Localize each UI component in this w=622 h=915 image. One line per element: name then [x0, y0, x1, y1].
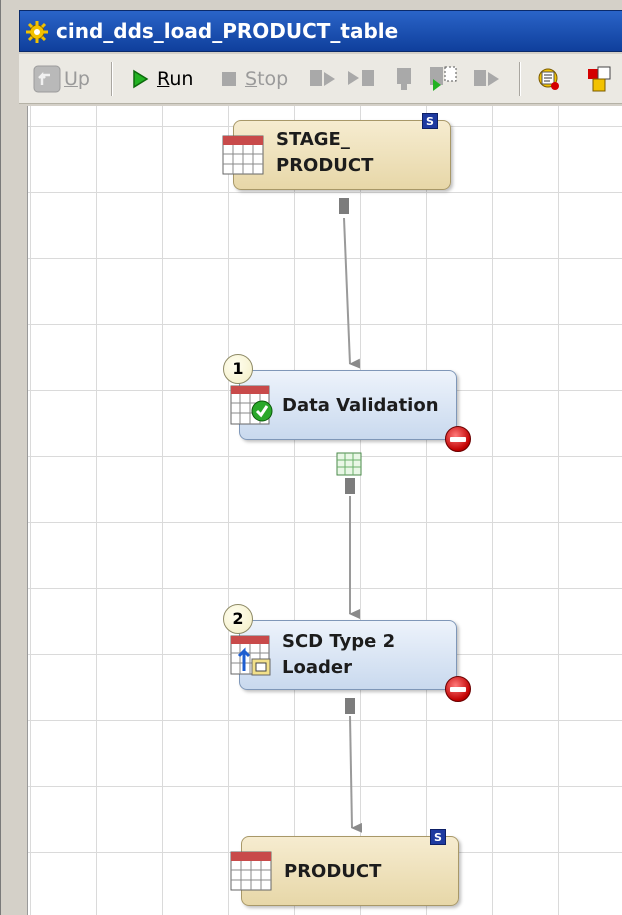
stop-button[interactable]: Stop: [219, 64, 288, 94]
error-status-icon[interactable]: [445, 426, 471, 452]
data-validation-node[interactable]: Data Validation: [230, 370, 457, 440]
sas-table-badge: S: [430, 829, 446, 845]
stage-product-table-node[interactable]: STAGE_ PRODUCT S: [222, 113, 451, 190]
stop-icon: [222, 72, 236, 86]
up-icon: [33, 65, 61, 93]
step-icon: [310, 70, 335, 86]
up-button[interactable]: Up: [33, 64, 90, 94]
toolbar-separator: [111, 62, 113, 96]
node-label-line1: SCD Type 2: [282, 631, 396, 652]
properties-icon: [538, 68, 559, 90]
output-port[interactable]: [339, 198, 349, 214]
run-to-icon: [430, 66, 457, 91]
continue-icon: [474, 70, 499, 86]
work-table-icon[interactable]: [336, 452, 362, 476]
toolbar-separator: [519, 62, 521, 96]
connection-loader-to-product: [349, 715, 363, 833]
execution-order-badge: 1: [223, 354, 253, 384]
table-icon: [230, 851, 272, 891]
stop-label: Stop: [245, 68, 289, 90]
run-from-icon: [348, 70, 374, 86]
run-selected-icon: [397, 68, 411, 90]
title-bar: cind_dds_load_PRODUCT_table: [19, 10, 622, 52]
job-gear-icon: [26, 21, 48, 43]
product-table-node[interactable]: PRODUCT S: [230, 829, 459, 906]
connections-layer: [343, 217, 363, 833]
table-icon: [222, 135, 264, 175]
node-label-line2: Loader: [282, 657, 352, 678]
sas-table-badge: S: [422, 113, 438, 129]
scd-type2-loader-node[interactable]: SCD Type 2 Loader: [230, 620, 457, 690]
toolbar: Up Run Stop: [19, 54, 622, 104]
run-to-button[interactable]: [427, 64, 459, 94]
run-selected-button[interactable]: [391, 64, 419, 94]
execution-order-badge: 2: [223, 604, 253, 634]
run-icon: [133, 69, 149, 89]
output-port[interactable]: [345, 698, 355, 714]
properties-button[interactable]: [533, 64, 565, 94]
code-icon: [588, 66, 611, 92]
code-button[interactable]: [585, 64, 615, 94]
node-label-line1: STAGE_: [276, 129, 350, 150]
continue-button[interactable]: [471, 64, 503, 94]
step-button[interactable]: [307, 64, 339, 94]
process-flow-canvas[interactable]: STAGE_ PRODUCT S Data Validation 1 SCD T…: [27, 106, 622, 915]
output-port[interactable]: [345, 478, 355, 494]
run-label: Run: [157, 68, 194, 90]
node-label: Data Validation: [282, 395, 439, 416]
connection-stage-to-validation: [343, 217, 361, 369]
run-from-button[interactable]: [345, 64, 377, 94]
window-title: cind_dds_load_PRODUCT_table: [56, 19, 399, 43]
run-button[interactable]: Run: [129, 64, 193, 94]
node-label-line2: PRODUCT: [276, 155, 374, 176]
job-editor-window: cind_dds_load_PRODUCT_table Up Run Stop: [0, 0, 622, 915]
node-label: PRODUCT: [284, 861, 382, 882]
up-label: Up: [64, 68, 90, 90]
scd-loader-icon: [230, 635, 271, 676]
error-status-icon[interactable]: [445, 676, 471, 702]
data-validation-icon: [230, 385, 273, 425]
